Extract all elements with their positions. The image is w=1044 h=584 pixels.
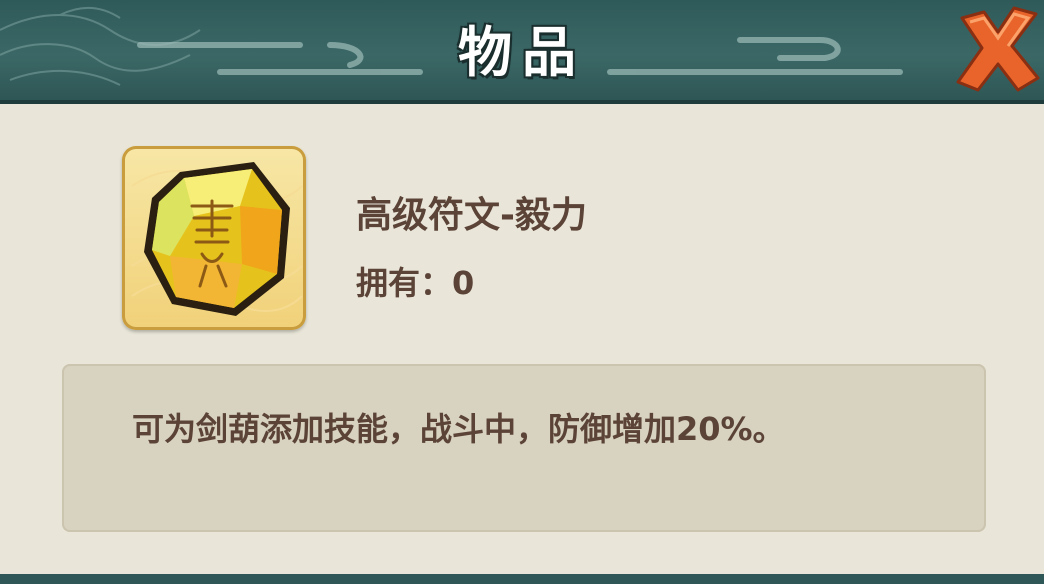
rune-stone-icon: [131, 162, 303, 316]
item-icon-frame: [122, 146, 306, 330]
owned-label: 拥有：: [356, 264, 453, 302]
description-box: 可为剑葫添加技能，战斗中，防御增加20%。: [62, 364, 986, 532]
owned-count-row: 拥有：0: [356, 258, 474, 304]
window-title: 物品: [458, 20, 586, 84]
close-x-icon: [956, 6, 1040, 92]
item-name: 高级符文-毅力: [356, 195, 587, 236]
bottom-border: [0, 574, 1044, 584]
title-bar: 物品: [0, 0, 1044, 104]
close-button[interactable]: [952, 4, 1042, 94]
item-description: 可为剑葫添加技能，战斗中，防御增加20%。: [132, 410, 785, 448]
owned-count: 0: [452, 264, 475, 302]
